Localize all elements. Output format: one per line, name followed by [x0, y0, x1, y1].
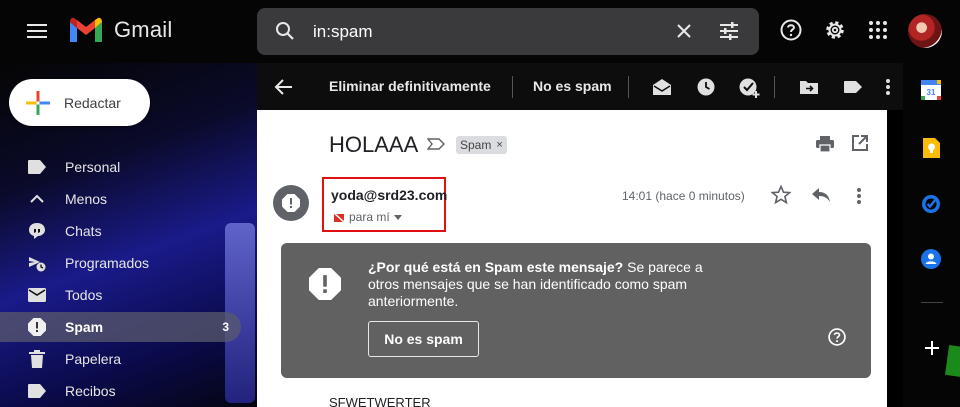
app-name: Gmail	[114, 17, 173, 42]
label-icon	[28, 158, 46, 176]
open-in-new-window-icon[interactable]	[851, 134, 869, 152]
spam-warning-banner: ¿Por qué está en Spam este mensaje? Se p…	[281, 243, 871, 378]
message-body: SFWETWERTER	[329, 395, 431, 407]
star-icon[interactable]	[771, 185, 791, 205]
nav-item-label: Papelera	[65, 351, 122, 367]
left-navigation: Redactar Personal Menos Chats Programado…	[0, 63, 257, 407]
recipient-details[interactable]: para mí	[333, 210, 402, 224]
message-timestamp: 14:01 (hace 0 minutos)	[622, 189, 745, 203]
chat-icon	[28, 222, 46, 240]
main-menu-button[interactable]	[20, 14, 54, 48]
message-reader: HOLAAA Spam × yoda@srd23.com para mí 14:…	[257, 110, 887, 407]
nav-item-trash[interactable]: Papelera	[0, 344, 241, 374]
message-toolbar: Eliminar definitivamente No es spam	[257, 63, 903, 110]
account-avatar[interactable]	[908, 14, 942, 48]
back-arrow-icon[interactable]	[274, 77, 294, 97]
calendar-icon[interactable]: 31	[920, 79, 942, 101]
svg-text:31: 31	[927, 88, 936, 97]
sender-avatar	[273, 185, 309, 221]
move-to-folder-icon[interactable]	[799, 77, 819, 97]
toolbar-divider	[774, 76, 775, 98]
more-vert-icon[interactable]	[883, 77, 893, 97]
hamburger-icon	[27, 24, 47, 38]
compose-button[interactable]: Redactar	[9, 79, 150, 126]
reply-icon[interactable]	[811, 186, 831, 204]
report-icon	[309, 268, 341, 300]
nav-item-label: Todos	[65, 287, 103, 303]
report-icon	[28, 318, 46, 336]
tasks-icon[interactable]	[920, 193, 942, 215]
top-bar: Gmail	[0, 0, 960, 63]
remove-label-icon[interactable]: ×	[496, 139, 502, 151]
search-options-icon[interactable]	[717, 19, 741, 43]
search-icon[interactable]	[273, 19, 297, 43]
importance-marker-icon[interactable]	[427, 138, 445, 150]
gmail-logo[interactable]: Gmail	[68, 16, 172, 44]
nav-item-label: Chats	[65, 223, 102, 239]
nav-item-label: Spam	[65, 319, 104, 335]
mail-icon	[28, 286, 46, 304]
side-panel: 31	[903, 63, 960, 407]
trash-icon	[28, 350, 46, 368]
plus-icon[interactable]	[923, 339, 941, 357]
apps-grid-icon[interactable]	[866, 18, 890, 42]
sender-highlight-box: yoda@srd23.com para mí	[322, 177, 447, 232]
delete-forever-button[interactable]: Eliminar definitivamente	[329, 78, 491, 94]
sender-email[interactable]: yoda@srd23.com	[331, 187, 447, 203]
search-input[interactable]	[313, 20, 653, 44]
unread-count: 3	[222, 320, 229, 334]
gmail-m-icon	[70, 17, 102, 42]
keep-notes-icon[interactable]	[920, 137, 942, 159]
schedule-send-icon	[28, 254, 46, 272]
caret-down-icon	[393, 214, 402, 220]
help-icon[interactable]	[827, 327, 847, 347]
gear-icon[interactable]	[823, 18, 847, 42]
chevron-up-icon	[28, 190, 46, 208]
nav-item-label: Personal	[65, 159, 121, 175]
label-icon[interactable]	[843, 77, 863, 97]
message-view: Eliminar definitivamente No es spam HOLA…	[257, 63, 903, 407]
print-icon[interactable]	[815, 134, 835, 154]
contacts-icon[interactable]	[920, 248, 942, 270]
nav-item-label: Menos	[65, 191, 108, 207]
nav-item-chats[interactable]: Chats	[0, 216, 241, 246]
nav-item-less[interactable]: Menos	[0, 184, 241, 214]
not-spam-button[interactable]: No es spam	[368, 321, 479, 357]
nav-item-label: Recibos	[65, 383, 116, 399]
message-subject: HOLAAA	[329, 132, 419, 157]
help-icon[interactable]	[779, 18, 803, 42]
toolbar-divider	[512, 76, 513, 98]
more-vert-icon[interactable]	[854, 186, 864, 206]
not-spam-toolbar-button[interactable]: No es spam	[533, 78, 612, 94]
add-to-tasks-icon[interactable]	[739, 77, 761, 99]
spam-recipient-icon	[333, 211, 345, 223]
spam-chip-label: Spam	[460, 138, 492, 152]
spam-warning-text: ¿Por qué está en Spam este mensaje? Se p…	[368, 259, 708, 310]
nav-item-label: Programados	[65, 255, 150, 271]
nav-item-scheduled[interactable]: Programados	[0, 248, 241, 278]
side-panel-divider	[921, 302, 943, 303]
spam-label-chip: Spam ×	[456, 136, 507, 154]
report-icon	[282, 194, 300, 212]
toolbar-divider	[628, 76, 629, 98]
label-icon	[28, 382, 46, 400]
spam-warning-title: ¿Por qué está en Spam este mensaje?	[368, 259, 624, 275]
plus-icon	[26, 90, 50, 115]
background-image-fragment	[944, 345, 960, 377]
close-icon[interactable]	[672, 19, 696, 43]
compose-label: Redactar	[64, 94, 121, 111]
nav-item-personal[interactable]: Personal	[0, 152, 241, 182]
snooze-clock-icon[interactable]	[696, 77, 716, 97]
search-bar	[257, 8, 759, 55]
nav-item-all-mail[interactable]: Todos	[0, 280, 241, 310]
nav-item-receipts[interactable]: Recibos	[0, 376, 241, 406]
nav-item-spam[interactable]: Spam 3	[0, 312, 241, 342]
mark-as-read-icon[interactable]	[652, 77, 672, 97]
recipient-label: para mí	[349, 210, 390, 224]
